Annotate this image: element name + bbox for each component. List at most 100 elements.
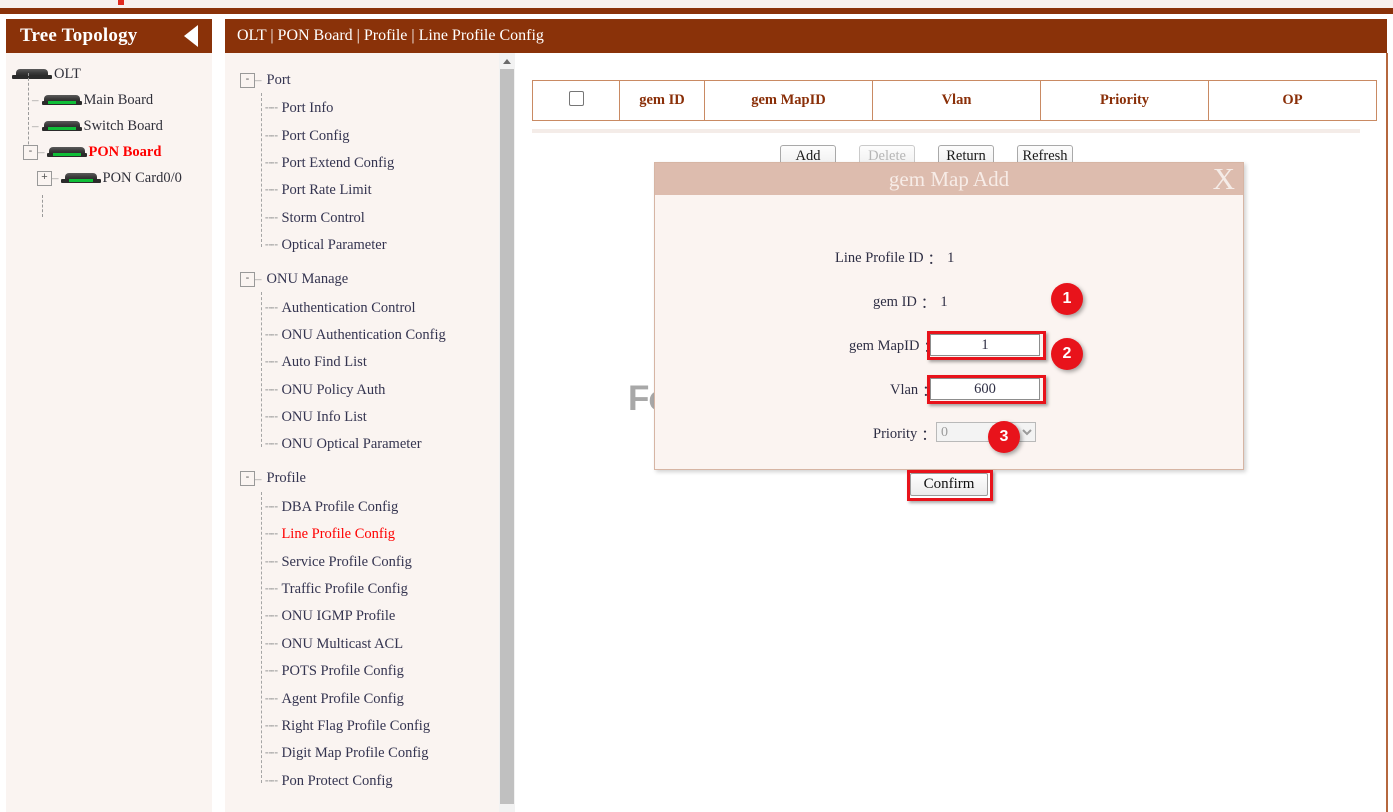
menu-item-port-config[interactable]: ╌╌ Port Config: [225, 122, 515, 149]
menu-expander-icon[interactable]: -: [240, 471, 255, 486]
menu-item-optical-parameter[interactable]: ╌╌ Optical Parameter: [225, 232, 515, 259]
menu-item-label: Agent Profile Config: [281, 691, 403, 708]
menu-tick-icon: ╌╌: [265, 183, 276, 198]
gem-mapid-input[interactable]: [930, 334, 1040, 356]
tree-node-label: Main Board: [84, 92, 154, 109]
tree-node-pon-board[interactable]: - – PON Board: [6, 139, 212, 165]
menu-tick-icon: ╌╌: [265, 328, 276, 343]
menu-tick-icon: ╌╌: [265, 238, 276, 253]
tree-expander-collapse-icon[interactable]: -: [23, 145, 38, 160]
menu-item-onu-policy-auth[interactable]: ╌╌ ONU Policy Auth: [225, 377, 515, 404]
close-icon[interactable]: X: [1213, 161, 1235, 197]
menu-item-line-profile-config[interactable]: ╌╌ Line Profile Config: [225, 521, 515, 548]
menu-item-pon-protect-config[interactable]: ╌╌ Pon Protect Config: [225, 768, 515, 795]
step-badge-1: 1: [1051, 283, 1083, 315]
menu-item-label: ONU IGMP Profile: [281, 608, 395, 625]
menu-item-label: Auto Find List: [281, 354, 366, 371]
feature-menu-panel: OLT | PON Board | Profile | Line Profile…: [225, 19, 515, 812]
menu-item-port-info[interactable]: ╌╌ Port Info: [225, 95, 515, 122]
menu-item-agent-profile-config[interactable]: ╌╌ Agent Profile Config: [225, 685, 515, 712]
scroll-up-arrow-icon[interactable]: [499, 53, 515, 69]
field-colon: ：: [921, 424, 936, 445]
priority-label: Priority: [873, 426, 917, 443]
menu-item-label: Traffic Profile Config: [281, 581, 407, 598]
line-profile-id-label: Line Profile ID: [835, 250, 924, 267]
menu-tick-icon: ╌╌: [265, 437, 276, 452]
tree-node-olt[interactable]: OLT: [6, 61, 212, 87]
menu-item-port-extend-config[interactable]: ╌╌ Port Extend Config: [225, 150, 515, 177]
menu-item-right-flag-profile-config[interactable]: ╌╌ Right Flag Profile Config: [225, 713, 515, 740]
tree-topology-header: Tree Topology: [6, 19, 212, 53]
menu-item-port-rate-limit[interactable]: ╌╌ Port Rate Limit: [225, 177, 515, 204]
menu-tick-icon: ╌╌: [265, 527, 276, 542]
menu-item-onu-info-list[interactable]: ╌╌ ONU Info List: [225, 404, 515, 431]
menu-item-onu-authentication-config[interactable]: ╌╌ ONU Authentication Config: [225, 322, 515, 349]
menu-group-header[interactable]: - – Profile: [225, 464, 515, 494]
tree-expander-expand-icon[interactable]: +: [37, 171, 52, 186]
menu-tick-icon: ╌╌: [265, 637, 276, 652]
menu-scrollbar-thumb[interactable]: [500, 69, 514, 804]
menu-item-storm-control[interactable]: ╌╌ Storm Control: [225, 205, 515, 232]
left-triangle-icon[interactable]: [184, 25, 198, 47]
table-bottom-rule: [532, 129, 1360, 133]
confirm-button[interactable]: Confirm: [910, 473, 988, 496]
breadcrumb: OLT | PON Board | Profile | Line Profile…: [225, 19, 1387, 53]
tree-branch-icon: –: [52, 170, 58, 186]
menu-tick-icon: ╌╌: [265, 774, 276, 789]
menu-item-label: POTS Profile Config: [281, 663, 403, 680]
menu-tick-icon: ╌╌: [265, 156, 276, 171]
menu-item-label: Right Flag Profile Config: [281, 718, 430, 735]
tree-node-label: Switch Board: [84, 118, 163, 135]
priority-select[interactable]: 0: [936, 422, 1036, 442]
field-colon: ：: [921, 292, 936, 313]
tree-node-label: PON Card0/0: [103, 170, 182, 187]
menu-group-label: Port: [267, 72, 291, 89]
menu-item-onu-igmp-profile[interactable]: ╌╌ ONU IGMP Profile: [225, 603, 515, 630]
menu-item-digit-map-profile-config[interactable]: ╌╌ Digit Map Profile Config: [225, 740, 515, 767]
top-strip: [0, 0, 1393, 8]
dialog-title: gem Map Add: [889, 167, 1009, 192]
menu-item-dba-profile-config[interactable]: ╌╌ DBA Profile Config: [225, 494, 515, 521]
tree-node-pon-card[interactable]: + – PON Card0/0: [6, 165, 212, 191]
table-header-select-all: [533, 81, 620, 121]
menu-tick-icon: ╌╌: [265, 746, 276, 761]
step-badge-2: 2: [1051, 338, 1083, 370]
menu-item-onu-multicast-acl[interactable]: ╌╌ ONU Multicast ACL: [225, 631, 515, 658]
top-brand-rule: [0, 8, 1393, 14]
vlan-label: Vlan: [890, 382, 918, 399]
menu-item-traffic-profile-config[interactable]: ╌╌ Traffic Profile Config: [225, 576, 515, 603]
menu-group-header[interactable]: - – Port: [225, 65, 515, 95]
menu-item-label: ONU Info List: [281, 409, 366, 426]
device-board-icon: [42, 94, 82, 106]
dialog-body: Line Profile ID ： 1 gem ID ： 1 gem MapID…: [655, 195, 1243, 469]
menu-item-label: ONU Multicast ACL: [281, 636, 403, 653]
menu-branch-icon: –: [255, 271, 261, 287]
tree-node-label: PON Board: [89, 144, 162, 161]
menu-tick-icon: ╌╌: [265, 211, 276, 226]
field-row-priority: Priority ：: [873, 424, 941, 445]
menu-expander-icon[interactable]: -: [240, 73, 255, 88]
tree-node-switch-board[interactable]: – Switch Board: [6, 113, 212, 139]
table-header-priority: Priority: [1041, 81, 1209, 121]
menu-item-pots-profile-config[interactable]: ╌╌ POTS Profile Config: [225, 658, 515, 685]
menu-group-port: - – Port ╌╌ Port Info ╌╌ Port Config ╌╌ …: [225, 65, 515, 259]
field-row-gem-id: gem ID ： 1: [873, 292, 948, 313]
tree-node-main-board[interactable]: – Main Board: [6, 87, 212, 113]
menu-item-onu-optical-parameter[interactable]: ╌╌ ONU Optical Parameter: [225, 431, 515, 458]
menu-tick-icon: ╌╌: [265, 664, 276, 679]
tree-branch-icon: –: [32, 118, 38, 134]
menu-item-service-profile-config[interactable]: ╌╌ Service Profile Config: [225, 548, 515, 575]
menu-item-authentication-control[interactable]: ╌╌ Authentication Control: [225, 294, 515, 321]
gem-id-label: gem ID: [873, 294, 917, 311]
menu-group-header[interactable]: - – ONU Manage: [225, 264, 515, 294]
device-board-icon: [42, 120, 82, 132]
checkbox-icon[interactable]: [569, 91, 584, 106]
menu-scrollbar[interactable]: [499, 53, 515, 812]
menu-tick-icon: ╌╌: [265, 555, 276, 570]
menu-item-label: Storm Control: [281, 210, 364, 227]
tree-branch-icon: –: [32, 92, 38, 108]
menu-item-auto-find-list[interactable]: ╌╌ Auto Find List: [225, 349, 515, 376]
vlan-input[interactable]: [930, 378, 1040, 400]
menu-branch-icon: –: [255, 72, 261, 88]
menu-expander-icon[interactable]: -: [240, 272, 255, 287]
